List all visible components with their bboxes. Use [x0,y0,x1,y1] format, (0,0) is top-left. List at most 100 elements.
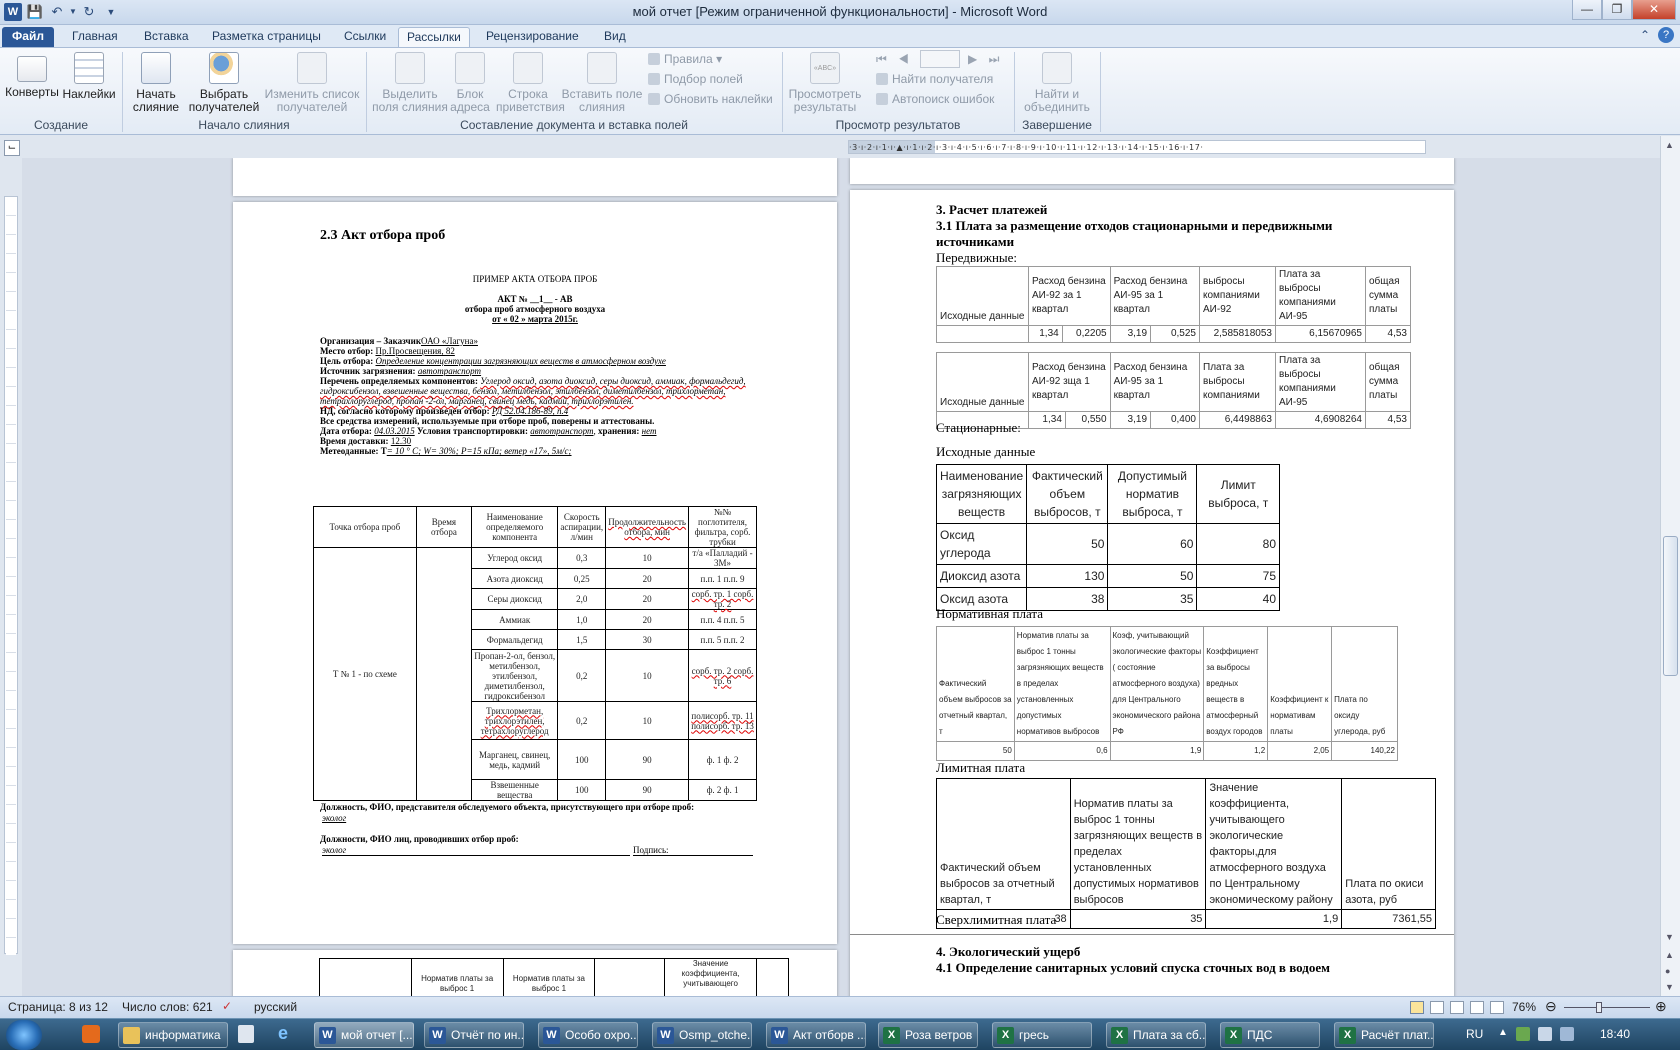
taskbar-item-excel[interactable]: Xгресь [992,1022,1092,1048]
cell: Серы диоксид [471,588,559,610]
page-count[interactable]: Страница: 8 из 12 [8,1000,108,1014]
scroll-down-icon[interactable]: ▼ [1665,932,1674,942]
tab-home[interactable]: Главная [64,27,126,47]
start-button[interactable] [6,1020,42,1050]
minimize-ribbon-icon[interactable]: ⌃ [1640,28,1650,42]
group-finish-label: Завершение [1022,118,1092,132]
select-recipients-button[interactable]: Выбрать получателей [186,52,262,114]
tab-mailings[interactable]: Рассылки [398,27,470,47]
draft-icon[interactable] [1490,1001,1504,1014]
close-button[interactable]: ✕ [1632,0,1676,20]
finish-merge-button[interactable]: Найти и объединить [1018,52,1096,114]
rules-button[interactable]: Правила ▾ [648,52,722,67]
proofing-icon[interactable]: ✓ [222,999,232,1013]
cell: 0,2 [557,649,607,702]
scroll-thumb[interactable] [1663,536,1678,676]
tab-review[interactable]: Рецензирование [478,27,587,47]
cell: 50 [936,741,1015,761]
find-recipient-button[interactable]: Найти получателя [876,72,993,87]
table-header-row: Исходные данные Расход бензина АИ-92 зща… [936,352,1411,412]
zoom-out-icon[interactable]: ⊖ [1545,998,1557,1015]
overlimit-fee-label: Сверхлимитная плата [936,912,1057,927]
insert-merge-field-button[interactable]: Вставить поле слияния [560,52,644,114]
tray-volume-icon[interactable] [1560,1027,1574,1041]
cell: 40 [1196,587,1280,611]
taskbar-item-word[interactable]: W Отчёт по ин... [424,1022,524,1048]
vertical-scrollbar[interactable]: ▲ ▼ ▲ ● ▼ [1660,136,1680,996]
taskbar-item-excel[interactable]: X Расчёт плат... [1334,1022,1434,1048]
preview-results-button[interactable]: «ABC» Просмотреть результаты [786,52,864,114]
zoom-level[interactable]: 76% [1512,1000,1536,1014]
notepad-icon[interactable] [238,1025,254,1043]
labels-button[interactable]: Наклейки [62,52,116,101]
start-merge-button[interactable]: Начать слияние [126,52,186,114]
header-cell: Плата за выбросы компаниями [1199,352,1276,412]
match-fields-button[interactable]: Подбор полей [648,72,743,87]
horizontal-ruler[interactable]: ·3·ı·2·ı·1·ı·▲·ı·1·ı·2·ı·3·ı·4·ı·5·ı·6·ı… [848,140,1426,154]
language[interactable]: русский [254,1000,297,1014]
header-cell: общая сумма платы [1365,266,1411,326]
previous-page-icon[interactable]: ▲ [1665,950,1674,960]
header-cell: Расход бензина АИ-95 за 1 квартал [1109,266,1201,326]
taskbar-item-excel[interactable]: X ПДС [1220,1022,1320,1048]
record-navigation-next[interactable]: ▶ ⏭ [968,52,999,67]
web-layout-icon[interactable] [1450,1001,1464,1014]
taskbar-item-word[interactable]: W Osmp_otche... [652,1022,752,1048]
scroll-up-icon[interactable]: ▲ [1665,140,1674,150]
taskbar-item-folder[interactable]: информатика [118,1022,228,1048]
help-icon[interactable]: ? [1658,27,1674,43]
media-player-icon[interactable] [82,1025,100,1043]
tab-references[interactable]: Ссылки [336,27,394,47]
record-number-input[interactable] [920,50,960,68]
browse-object-icon[interactable]: ● [1665,966,1670,976]
tab-page-layout[interactable]: Разметка страницы [204,27,329,47]
excel-icon: X [997,1027,1014,1044]
auto-check-errors-button[interactable]: Автопоиск ошибок [876,92,994,107]
header-cell: Лимит выброса, т [1196,464,1280,524]
zoom-slider-thumb[interactable] [1596,1002,1602,1013]
cell: 1,5 [557,629,607,650]
vertical-ruler[interactable] [4,196,18,955]
header-cell: Норматив платы за выброс 1 [502,958,596,996]
highlight-merge-fields-button[interactable]: Выделить поля слияния [370,52,450,114]
ie-icon[interactable]: e [278,1023,288,1044]
tab-file[interactable]: Файл [2,27,54,47]
envelopes-button[interactable]: Конверты [4,52,60,99]
record-navigation[interactable]: ⏮ ◀ [876,52,909,67]
table-header-row: Норматив платы за выброс 1 Норматив плат… [319,958,789,996]
word-icon: W [429,1027,446,1044]
keyboard-language[interactable]: RU [1466,1027,1483,1041]
taskbar-item-word[interactable]: W Акт отборв ... [766,1022,866,1048]
tab-selector-icon[interactable]: ⌙ [4,140,20,156]
taskbar-item-word[interactable]: W Особо охро... [538,1022,638,1048]
address-block-button[interactable]: Блок адреса [448,52,492,114]
word-count[interactable]: Число слов: 621 [122,1000,213,1014]
cell: ф. 2 ф. 1 [688,779,757,801]
taskbar-item-excel[interactable]: X Плата за сб... [1106,1022,1206,1048]
cell: 130 [1026,564,1109,588]
update-labels-button[interactable]: Обновить наклейки [648,92,773,107]
minimize-button[interactable]: — [1572,0,1602,20]
tab-view[interactable]: Вид [596,27,634,47]
header-cell: Плата за выбросы компаниями АИ-95 [1275,352,1366,412]
taskbar-item-word-active[interactable]: Wмой отчет [... [314,1022,414,1048]
zoom-slider[interactable] [1564,1007,1650,1008]
outline-icon[interactable] [1470,1001,1484,1014]
clock[interactable]: 18:40 [1600,1027,1630,1041]
cell: 0,2205 [1061,325,1111,343]
tab-insert[interactable]: Вставка [136,27,197,47]
taskbar: информатика e Wмой отчет [... W Отчёт по … [0,1018,1680,1050]
taskbar-item-excel[interactable]: X Роза ветров [878,1022,978,1048]
maximize-button[interactable]: ❐ [1602,0,1632,20]
tray-flag-icon[interactable] [1538,1027,1552,1041]
tray-network-icon[interactable] [1516,1027,1530,1041]
greeting-line-button[interactable]: Строка приветствия [496,52,565,114]
edit-list-icon [297,52,327,84]
tray-expand-icon[interactable]: ▲ [1498,1027,1508,1038]
print-layout-icon[interactable] [1410,1001,1424,1014]
edit-recipient-list-button[interactable]: Изменить список получателей [262,52,362,114]
cell [936,325,1029,343]
zoom-in-icon[interactable]: ⊕ [1655,998,1667,1015]
next-page-icon[interactable]: ▼ [1665,982,1674,992]
full-screen-reading-icon[interactable] [1430,1001,1444,1014]
